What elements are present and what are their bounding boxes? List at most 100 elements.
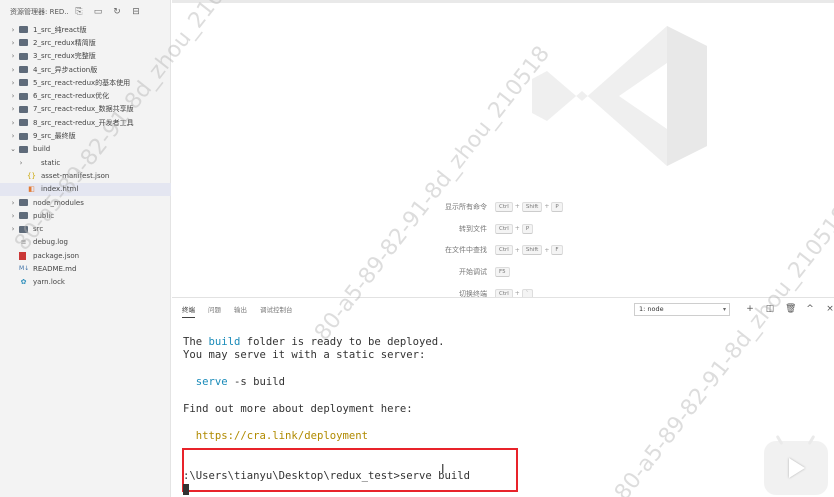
chevron-down-icon: ⌄ [10, 145, 16, 154]
tree-item-label: 2_src_redux精简版 [33, 38, 96, 47]
yarn-file-icon: ✿ [20, 278, 27, 287]
collapse-all-icon[interactable]: ⊟ [131, 7, 141, 17]
npm-package-icon [19, 251, 26, 260]
tree-item[interactable]: › 9_src_最终版 [0, 129, 171, 142]
chevron-right-icon: › [11, 225, 15, 234]
key-separator: + [544, 203, 550, 211]
key-cap: Shift [521, 201, 543, 212]
tree-item[interactable]: › 7_src_react-redux_数据共享版 [0, 103, 171, 116]
tree-item-label: public [33, 211, 55, 220]
key-cap: Ctrl [495, 201, 513, 212]
tree-item[interactable]: › 1_src_纯react版 [0, 23, 171, 36]
tree-item[interactable]: › public [0, 209, 171, 222]
new-file-icon[interactable]: ⎘ [74, 7, 84, 17]
new-folder-icon[interactable]: ▭ [93, 7, 103, 17]
tree-item-label: yarn.lock [33, 278, 65, 287]
tree-item-label: 5_src_react-redux的基本使用 [33, 78, 131, 87]
terminal-selector[interactable]: 1: node ▾ [634, 303, 730, 316]
explorer-header: 资源管理器: RED... ⎘ ▭ ↻ ⊟ [0, 0, 170, 24]
terminal-selector-value: 1: node [639, 305, 664, 313]
deployment-link[interactable]: https://cra.link/deployment [196, 430, 368, 442]
highlight-box [182, 448, 518, 492]
chevron-right-icon: › [11, 38, 15, 47]
folder-icon [19, 225, 28, 233]
key-cap: Ctrl [495, 223, 513, 234]
tree-item[interactable]: ⌄ build [0, 143, 171, 156]
tree-item-label: 6_src_react-redux优化 [33, 92, 110, 101]
tree-item[interactable]: › node_modules [0, 196, 171, 209]
tree-item-label: build [33, 145, 51, 154]
key-separator: + [544, 246, 550, 254]
add-terminal-icon[interactable]: + [745, 302, 755, 316]
refresh-icon[interactable]: ↻ [112, 7, 122, 17]
folder-icon [19, 132, 28, 140]
tree-item-label: 3_src_redux完整版 [33, 52, 96, 61]
tree-item-label: static [41, 158, 61, 167]
terminal-line-1: The build folder is ready to be deployed… [183, 336, 445, 348]
tree-item[interactable]: › 5_src_react-redux的基本使用 [0, 76, 171, 89]
panel-tab[interactable]: 输出 [234, 304, 247, 314]
folder-icon [19, 199, 28, 206]
tree-item[interactable]: › 8_src_react-redux_开发者工具 [0, 116, 171, 129]
key-separator: + [514, 225, 520, 233]
log-file-icon: ≡ [20, 238, 27, 247]
tree-item[interactable]: M↓ README.md [0, 262, 171, 275]
shortcut-list: 显示所有命令 Ctrl + Shift + P 转到文件 Ctrl + P 在文件中查找 Ctrl + S… [412, 196, 612, 304]
tree-item[interactable]: › static [0, 156, 171, 169]
shortcut-label: 显示所有命令 [445, 202, 487, 211]
video-play-widget[interactable] [764, 434, 828, 495]
tree-item-label: debug.log [33, 238, 68, 247]
explorer-sidebar: 资源管理器: RED... ⎘ ▭ ↻ ⊟ › 1_src_纯react版 › 2_s… [0, 0, 171, 497]
tree-item[interactable]: {} asset-manifest.json [0, 169, 171, 182]
close-panel-icon[interactable]: × [825, 302, 834, 316]
shortcut-row: 开始调试 F5 [412, 261, 612, 283]
key-separator: + [514, 246, 520, 254]
panel-tab[interactable]: 问题 [208, 304, 221, 314]
folder-icon [19, 39, 28, 47]
folder-icon [27, 159, 36, 167]
tree-item[interactable]: › 2_src_redux精简版 [0, 36, 171, 49]
folder-icon [19, 92, 28, 100]
explorer-title: 资源管理器: RED... [10, 8, 68, 16]
chevron-right-icon: › [11, 118, 15, 127]
folder-icon [19, 105, 28, 113]
chevron-right-icon: › [11, 211, 15, 220]
tree-item[interactable]: ◧ index.html [0, 182, 171, 196]
chevron-right-icon: › [11, 105, 15, 114]
shortcut-label: 转到文件 [459, 224, 487, 233]
tree-item[interactable]: ≡ debug.log [0, 236, 171, 249]
key-cap: F5 [495, 266, 510, 277]
play-icon [789, 458, 805, 478]
json-file-icon: {} [27, 171, 36, 180]
chevron-right-icon: › [11, 198, 15, 207]
tree-item[interactable]: › 4_src_异步action版 [0, 63, 171, 76]
split-terminal-icon[interactable]: ◫ [765, 302, 775, 316]
key-cap: P [521, 223, 534, 234]
tree-item[interactable]: › 6_src_react-redux优化 [0, 89, 171, 102]
terminal-serve-command: serve -s build [195, 376, 286, 389]
chevron-right-icon: › [11, 132, 15, 141]
trash-icon[interactable]: 🗑 [785, 302, 796, 316]
tree-item-label: package.json [33, 251, 80, 260]
vscode-logo-icon [532, 26, 707, 166]
panel-tab[interactable]: 终端 [182, 304, 195, 318]
shortcut-row: 转到文件 Ctrl + P [412, 218, 612, 240]
tree-item[interactable]: › src [0, 222, 171, 235]
key-separator: + [514, 203, 520, 211]
tree-item[interactable]: ✿ yarn.lock [0, 276, 171, 289]
tree-item-label: node_modules [33, 198, 84, 207]
tree-item[interactable]: › 3_src_redux完整版 [0, 50, 171, 63]
panel-tab[interactable]: 调试控制台 [260, 304, 293, 314]
chevron-right-icon: › [11, 25, 15, 34]
key-cap: F [551, 245, 563, 256]
maximize-panel-icon[interactable]: ^ [805, 302, 815, 316]
tree-item[interactable]: package.json [0, 249, 171, 262]
terminal-line-2: You may serve it with a static server: [183, 349, 426, 362]
html-file-icon: ◧ [28, 185, 35, 194]
tree-item-label: 4_src_异步action版 [33, 65, 98, 74]
chevron-right-icon: › [19, 158, 23, 167]
tree-item-label: 9_src_最终版 [33, 132, 76, 141]
shortcut-label: 在文件中查找 [445, 246, 487, 255]
folder-icon [19, 26, 28, 34]
terminal-cursor [183, 484, 189, 495]
